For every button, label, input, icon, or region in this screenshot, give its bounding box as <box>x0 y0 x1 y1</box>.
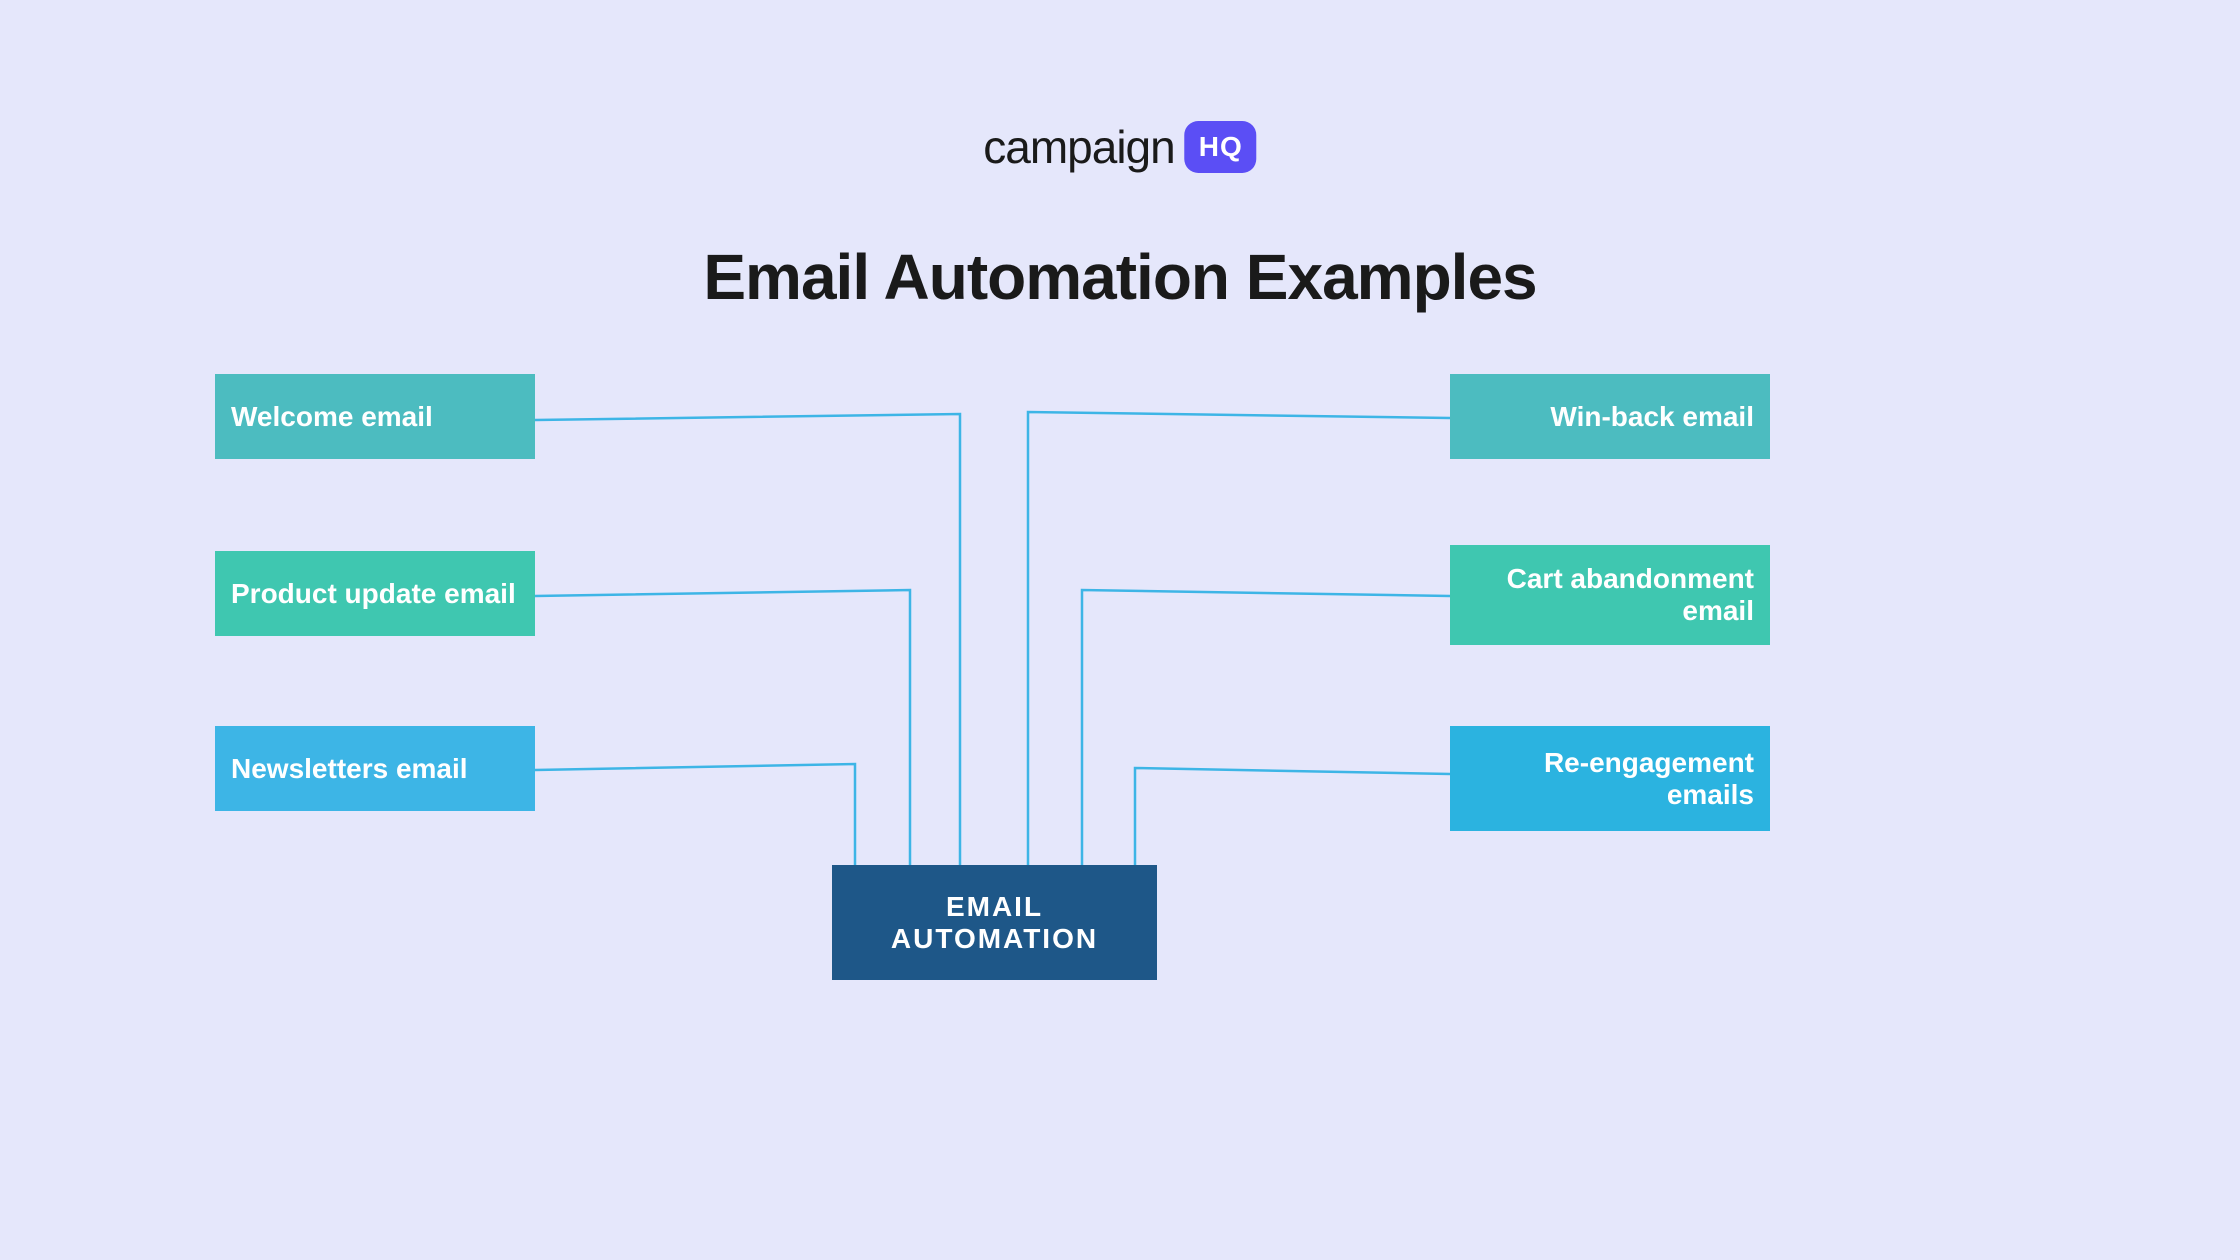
box-re-engagement-emails: Re-engagement emails <box>1450 726 1770 831</box>
box-label: Welcome email <box>231 401 433 433</box>
box-label: Newsletters email <box>231 753 468 785</box>
box-win-back-email: Win-back email <box>1450 374 1770 459</box>
box-label: Product update email <box>231 578 516 610</box>
box-cart-abandonment-email: Cart abandonment email <box>1450 545 1770 645</box>
box-welcome-email: Welcome email <box>215 374 535 459</box>
box-newsletters-email: Newsletters email <box>215 726 535 811</box>
box-label: Win-back email <box>1550 401 1754 433</box>
box-label: EMAIL AUTOMATION <box>848 891 1141 955</box>
box-email-automation-center: EMAIL AUTOMATION <box>832 865 1157 980</box>
box-label: Re-engagement emails <box>1466 747 1754 811</box>
box-product-update-email: Product update email <box>215 551 535 636</box>
box-label: Cart abandonment email <box>1466 563 1754 627</box>
